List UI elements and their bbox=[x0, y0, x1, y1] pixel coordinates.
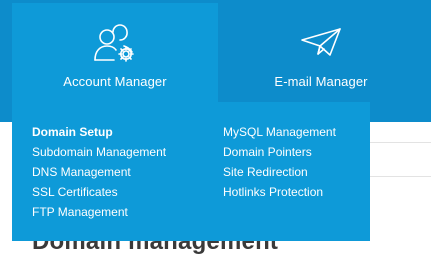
menu-item-dns-management[interactable]: DNS Management bbox=[32, 162, 166, 182]
users-gear-icon bbox=[94, 24, 134, 62]
tab-email-manager[interactable]: E-mail Manager bbox=[218, 0, 424, 102]
menu-item-domain-setup[interactable]: Domain Setup bbox=[32, 122, 166, 142]
account-manager-dropdown-menu: Domain Setup Subdomain Management DNS Ma… bbox=[12, 102, 370, 241]
content-area bbox=[370, 122, 431, 269]
divider bbox=[370, 142, 431, 143]
paper-plane-icon bbox=[301, 28, 341, 56]
menu-item-domain-pointers[interactable]: Domain Pointers bbox=[223, 142, 336, 162]
menu-item-ssl-certificates[interactable]: SSL Certificates bbox=[32, 182, 166, 202]
tab-account-manager[interactable]: Account Manager bbox=[12, 3, 218, 102]
menu-item-ftp-management[interactable]: FTP Management bbox=[32, 202, 166, 222]
menu-column-left: Domain Setup Subdomain Management DNS Ma… bbox=[32, 122, 166, 222]
menu-item-mysql-management[interactable]: MySQL Management bbox=[223, 122, 336, 142]
menu-item-hotlinks-protection[interactable]: Hotlinks Protection bbox=[223, 182, 336, 202]
tab-label: Account Manager bbox=[63, 74, 167, 89]
menu-item-site-redirection[interactable]: Site Redirection bbox=[223, 162, 336, 182]
tab-label: E-mail Manager bbox=[274, 74, 368, 89]
divider bbox=[370, 176, 431, 177]
menu-item-subdomain-management[interactable]: Subdomain Management bbox=[32, 142, 166, 162]
menu-column-right: MySQL Management Domain Pointers Site Re… bbox=[223, 122, 336, 202]
